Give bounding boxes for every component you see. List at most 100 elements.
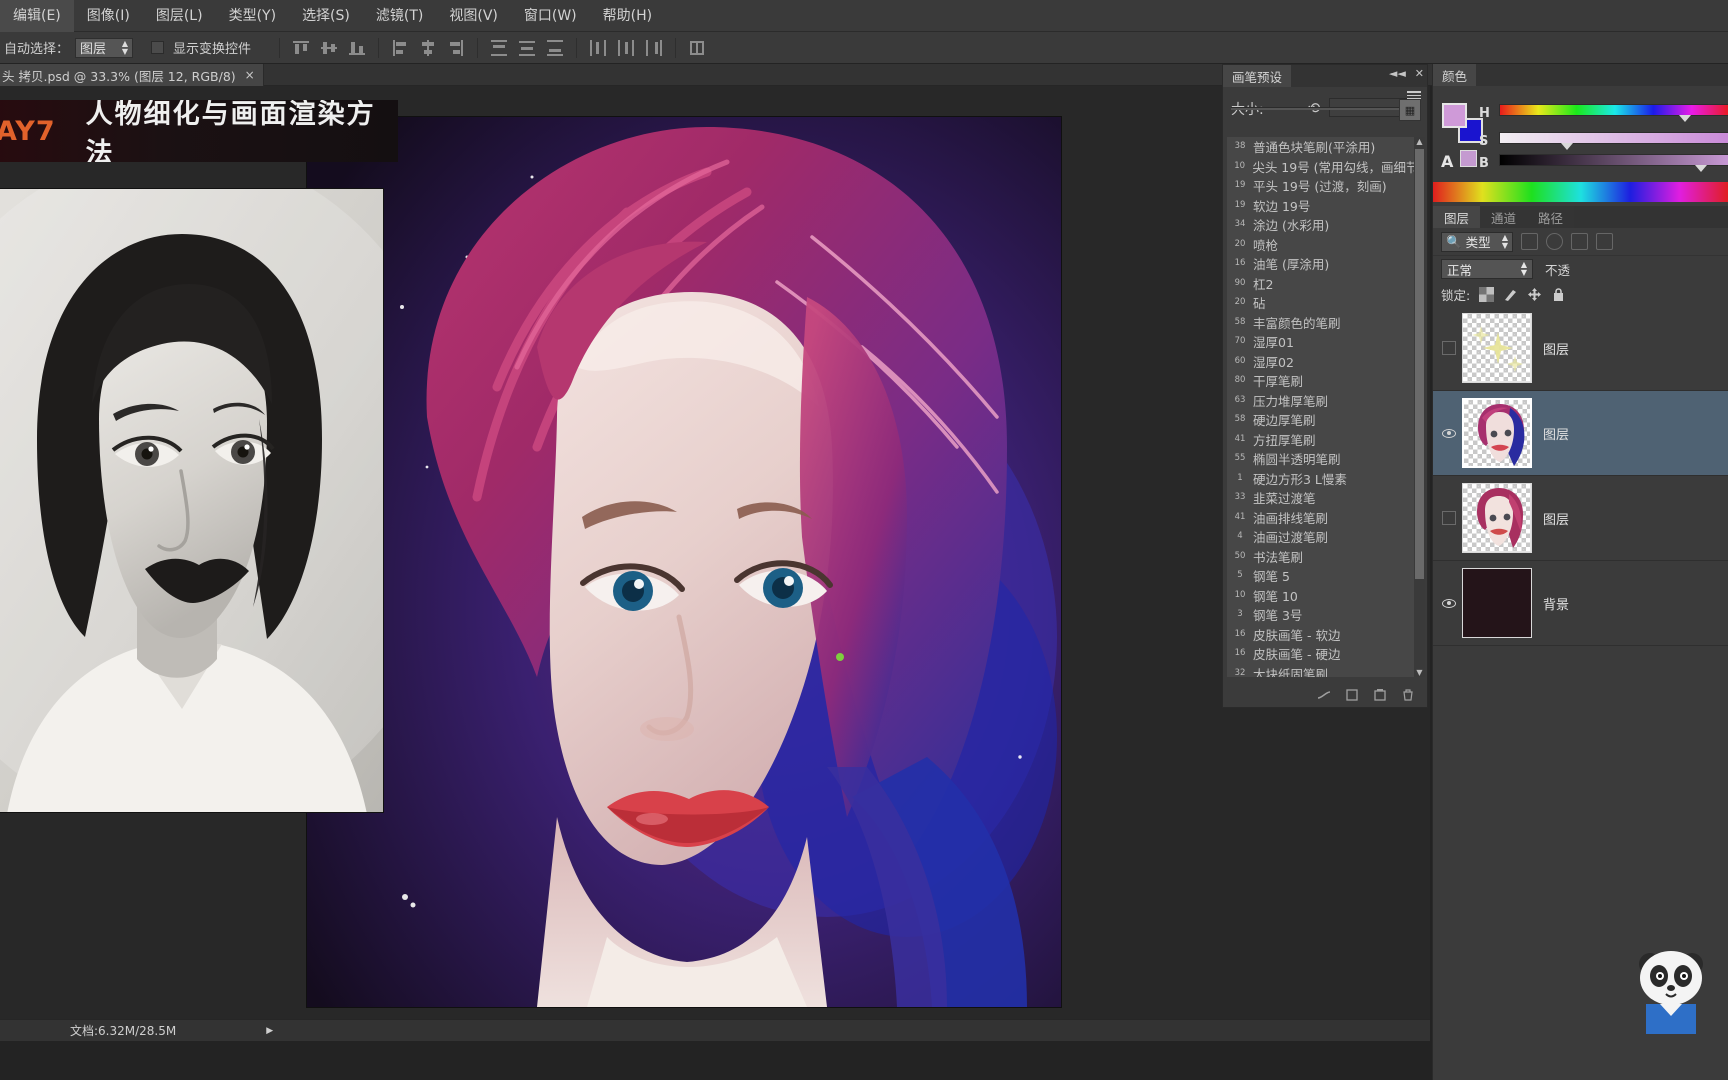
align-horizontal-centers-icon[interactable] <box>417 37 439 59</box>
menu-layer[interactable]: 图层(L) <box>143 0 216 32</box>
brush-preset-item[interactable]: 16 皮肤画笔 - 软边 <box>1227 625 1417 645</box>
delete-brush-icon[interactable] <box>1401 687 1415 701</box>
table-row[interactable]: 图层 <box>1433 391 1728 476</box>
distribute-horizontal-centers-icon[interactable] <box>615 37 637 59</box>
canvas-area[interactable]: AY7 人物细化与画面渲染方法 文档:6.32M/28.5M ▶ <box>0 86 1430 1041</box>
brush-preset-item[interactable]: 38 普通色块笔刷(平涂用) <box>1227 137 1417 157</box>
brush-preset-item[interactable]: 58 硬边厚笔刷 <box>1227 410 1417 430</box>
brush-preset-item[interactable]: 41 油画排线笔刷 <box>1227 508 1417 528</box>
scroll-up-arrow-icon[interactable]: ▲ <box>1414 137 1425 146</box>
layer-visibility-toggle[interactable] <box>1437 428 1461 438</box>
scroll-down-arrow-icon[interactable]: ▼ <box>1414 668 1425 677</box>
brush-preset-item[interactable]: 70 湿厚01 <box>1227 332 1417 352</box>
layer-thumbnail-cell[interactable] <box>1461 398 1533 468</box>
create-new-brush-icon[interactable] <box>1373 687 1387 701</box>
brush-preset-item[interactable]: 16 油笔 (厚涂用) <box>1227 254 1417 274</box>
brightness-slider-knob[interactable] <box>1695 165 1707 172</box>
tab-channels[interactable]: 通道 <box>1480 206 1528 228</box>
layer-filter-kind-dropdown[interactable]: 🔍 类型 ▲ ▼ <box>1441 231 1513 252</box>
brush-preset-item[interactable]: 5 钢笔 5 <box>1227 566 1417 586</box>
close-icon[interactable]: ✕ <box>1415 67 1424 80</box>
menu-help[interactable]: 帮助(H) <box>590 0 665 32</box>
brush-preset-item[interactable]: 10 尖头 19号 (常用勾线，画细节) <box>1227 157 1417 177</box>
align-vertical-centers-icon[interactable] <box>318 37 340 59</box>
lock-image-pixels-icon[interactable] <box>1503 287 1518 302</box>
menu-edit[interactable]: 编辑(E) <box>0 0 74 32</box>
toggle-brush-settings-icon[interactable] <box>1317 687 1331 701</box>
brush-preset-item[interactable]: 1 硬边方形3 L慢素 <box>1227 469 1417 489</box>
menu-filter[interactable]: 滤镜(T) <box>363 0 436 32</box>
brush-preset-item[interactable]: 20 砧 <box>1227 293 1417 313</box>
filter-adjustment-layers-icon[interactable] <box>1546 233 1563 250</box>
scrollbar-thumb[interactable] <box>1415 149 1424 579</box>
layer-visibility-toggle[interactable] <box>1437 598 1461 608</box>
document-tab[interactable]: 头 拷贝.psd @ 33.3% (图层 12, RGB/8) × <box>0 64 264 86</box>
auto-select-dropdown[interactable]: 图层 ▲ ▼ <box>75 37 134 58</box>
lock-all-icon[interactable] <box>1551 287 1566 302</box>
brush-size-slider[interactable] <box>1231 105 1409 112</box>
brush-preset-list[interactable]: 38 普通色块笔刷(平涂用) 10 尖头 19号 (常用勾线，画细节) 19 平头 19号… <box>1227 137 1417 677</box>
brush-preset-item[interactable]: 34 涂边 (水彩用) <box>1227 215 1417 235</box>
brush-preset-item[interactable]: 58 丰富颜色的笔刷 <box>1227 313 1417 333</box>
brush-preset-item[interactable]: 90 杠2 <box>1227 274 1417 294</box>
brush-preset-item[interactable]: 41 方扭厚笔刷 <box>1227 430 1417 450</box>
brush-preset-item[interactable]: 55 椭圆半透明笔刷 <box>1227 449 1417 469</box>
brush-preset-item[interactable]: 50 书法笔刷 <box>1227 547 1417 567</box>
filter-type-layers-icon[interactable] <box>1571 233 1588 250</box>
color-spectrum-ramp[interactable] <box>1433 182 1728 202</box>
tab-layers[interactable]: 图层 <box>1433 206 1481 228</box>
distribute-vertical-centers-icon[interactable] <box>516 37 538 59</box>
distribute-bottom-edges-icon[interactable] <box>544 37 566 59</box>
layer-thumbnail-cell[interactable] <box>1461 313 1533 383</box>
artwork-canvas[interactable] <box>307 117 1061 1007</box>
brush-preset-picker-icon[interactable]: ▦ <box>1399 99 1421 121</box>
brush-preset-item[interactable]: 80 干厚笔刷 <box>1227 371 1417 391</box>
tab-paths[interactable]: 路径 <box>1527 206 1575 228</box>
table-row[interactable]: 背景 <box>1433 561 1728 646</box>
menu-view[interactable]: 视图(V) <box>436 0 511 32</box>
status-menu-arrow-icon[interactable]: ▶ <box>266 1026 273 1036</box>
brush-list-scrollbar[interactable]: ▲ ▼ <box>1414 137 1425 677</box>
brush-preset-item[interactable]: 19 平头 19号 (过渡，刻画) <box>1227 176 1417 196</box>
filter-pixel-layers-icon[interactable] <box>1521 233 1538 250</box>
menu-select[interactable]: 选择(S) <box>289 0 363 32</box>
align-left-edges-icon[interactable] <box>389 37 411 59</box>
align-right-edges-icon[interactable] <box>445 37 467 59</box>
layer-visibility-toggle[interactable] <box>1437 511 1461 525</box>
menu-type[interactable]: 类型(Y) <box>216 0 289 32</box>
align-bottom-edges-icon[interactable] <box>346 37 368 59</box>
lock-position-icon[interactable] <box>1527 287 1542 302</box>
distribute-left-edges-icon[interactable] <box>587 37 609 59</box>
hue-slider[interactable] <box>1499 104 1728 116</box>
alpha-color-swatch[interactable] <box>1460 150 1477 167</box>
brush-preset-item[interactable]: 60 湿厚02 <box>1227 352 1417 372</box>
reference-photo[interactable] <box>0 188 384 813</box>
brush-preset-item[interactable]: 10 钢笔 10 <box>1227 586 1417 606</box>
new-brush-preset-icon[interactable] <box>1345 687 1359 701</box>
table-row[interactable]: 图层 <box>1433 306 1728 391</box>
brightness-slider[interactable] <box>1499 154 1728 166</box>
brush-preset-item[interactable]: 16 皮肤画笔 - 硬边 <box>1227 644 1417 664</box>
tab-color[interactable]: 颜色 <box>1433 64 1477 86</box>
brush-preset-item[interactable]: 33 韭菜过渡笔 <box>1227 488 1417 508</box>
menu-window[interactable]: 窗口(W) <box>511 0 590 32</box>
hue-slider-knob[interactable] <box>1679 115 1691 122</box>
brush-preset-item[interactable]: 32 大块纸固笔刷 <box>1227 664 1417 677</box>
layer-thumbnail-cell[interactable] <box>1461 483 1533 553</box>
brush-preset-item[interactable]: 19 软边 19号 <box>1227 196 1417 216</box>
show-transform-checkbox[interactable] <box>151 41 165 54</box>
distribute-top-edges-icon[interactable] <box>488 37 510 59</box>
collapse-icon[interactable]: ◄◄ <box>1389 67 1406 80</box>
filter-shape-layers-icon[interactable] <box>1596 233 1613 250</box>
close-icon[interactable]: × <box>245 68 255 82</box>
distribute-right-edges-icon[interactable] <box>643 37 665 59</box>
blend-mode-dropdown[interactable]: 正常 ▲ ▼ <box>1441 259 1533 279</box>
tab-brush-presets[interactable]: 画笔预设 <box>1223 65 1292 87</box>
menu-image[interactable]: 图像(I) <box>74 0 143 32</box>
brush-preset-item[interactable]: 20 喷枪 <box>1227 235 1417 255</box>
auto-align-layers-icon[interactable] <box>686 37 708 59</box>
align-top-edges-icon[interactable] <box>290 37 312 59</box>
brush-preset-item[interactable]: 3 钢笔 3号 <box>1227 605 1417 625</box>
layer-thumbnail-cell[interactable] <box>1461 568 1533 638</box>
brush-preset-item[interactable]: 4 油画过渡笔刷 <box>1227 527 1417 547</box>
